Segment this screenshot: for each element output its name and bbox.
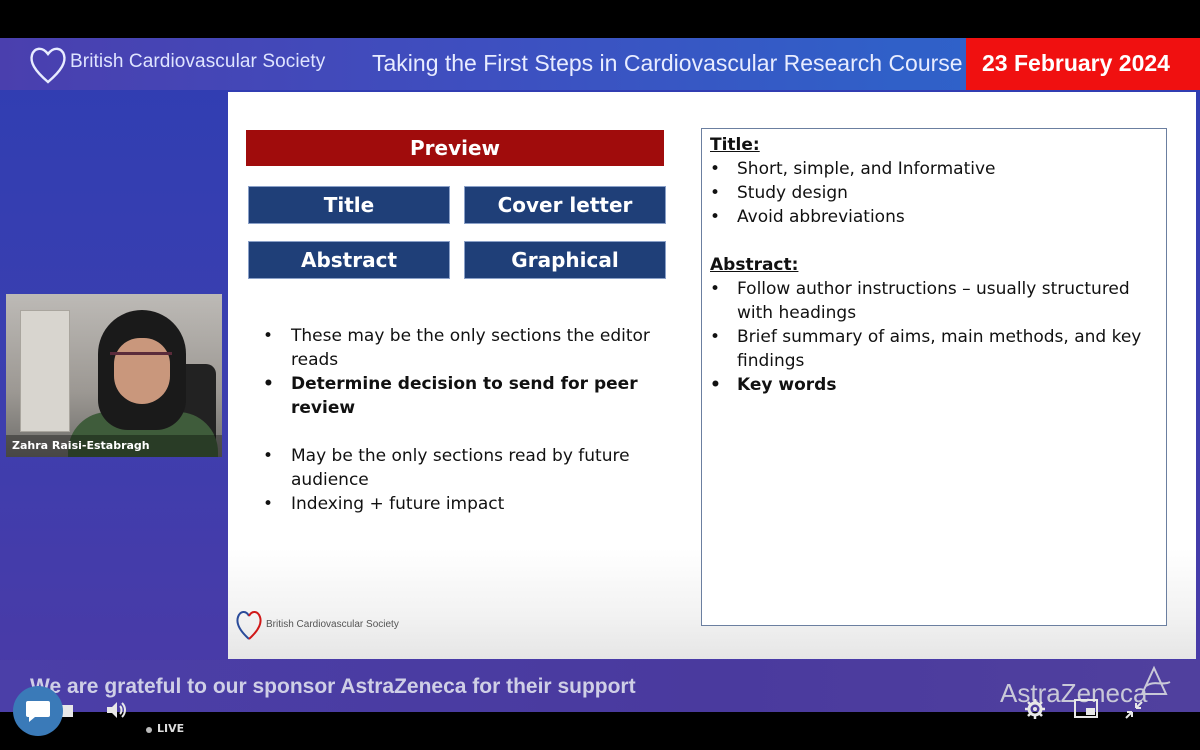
list-item: Brief summary of aims, main methods, and… bbox=[710, 325, 1160, 373]
presentation-slide: Preview Title Cover letter Abstract Grap… bbox=[228, 92, 1196, 659]
broadcast-header: British Cardiovascular Society Taking th… bbox=[0, 38, 1200, 90]
title-heading: Title: bbox=[710, 135, 760, 155]
volume-icon[interactable] bbox=[104, 698, 128, 722]
heart-logo-icon bbox=[30, 47, 66, 84]
abstract-heading: Abstract: bbox=[710, 255, 799, 275]
list-item: Key words bbox=[710, 373, 1160, 397]
notes-box: Title: Short, simple, and Informative St… bbox=[701, 128, 1167, 626]
list-item: May be the only sections read by future … bbox=[258, 444, 668, 492]
slide-footer-org: British Cardiovascular Society bbox=[266, 619, 399, 630]
preview-banner: Preview bbox=[246, 130, 664, 166]
list-item: Determine decision to send for peer revi… bbox=[258, 372, 668, 420]
list-item: Indexing + future impact bbox=[258, 492, 668, 516]
org-name: British Cardiovascular Society bbox=[70, 51, 326, 72]
date-text: 23 February 2024 bbox=[982, 50, 1170, 76]
box-graphical-abstract: Graphical abstract bbox=[464, 241, 666, 308]
course-title: Taking the First Steps in Cardiovascular… bbox=[372, 50, 963, 76]
heart-logo-icon bbox=[236, 611, 262, 640]
left-bullet-list: These may be the only sections the edito… bbox=[258, 324, 668, 516]
box-title: Title bbox=[248, 186, 450, 224]
gear-icon[interactable] bbox=[1024, 698, 1046, 720]
player-controls: LIVE bbox=[0, 699, 1200, 750]
live-indicator-icon bbox=[146, 727, 152, 733]
list-item: Short, simple, and Informative bbox=[710, 157, 1160, 181]
speaker-name: Zahra Raisi-Estabragh bbox=[6, 435, 222, 457]
box-abstract: Abstract bbox=[248, 241, 450, 279]
picture-in-picture-icon[interactable] bbox=[1074, 698, 1098, 720]
list-item: Study design bbox=[710, 181, 1160, 205]
list-item: These may be the only sections the edito… bbox=[258, 324, 668, 372]
date-badge: 23 February 2024 bbox=[966, 38, 1200, 90]
top-letterbox bbox=[0, 0, 1200, 38]
ticker-text: We are grateful to our sponsor AstraZene… bbox=[30, 675, 636, 698]
chat-button[interactable] bbox=[13, 686, 63, 736]
astrazeneca-mark-icon bbox=[1140, 665, 1171, 695]
video-stage: British Cardiovascular Society Taking th… bbox=[0, 38, 1200, 712]
live-label: LIVE bbox=[157, 722, 185, 735]
list-item: Follow author instructions – usually str… bbox=[710, 277, 1160, 325]
box-cover-letter: Cover letter bbox=[464, 186, 666, 224]
speaker-video: Zahra Raisi-Estabragh bbox=[6, 294, 222, 457]
chat-icon bbox=[26, 701, 50, 722]
sponsor-ticker: We are grateful to our sponsor AstraZene… bbox=[0, 660, 1200, 712]
exit-fullscreen-icon[interactable] bbox=[1124, 700, 1144, 720]
list-item: Avoid abbreviations bbox=[710, 205, 1160, 229]
